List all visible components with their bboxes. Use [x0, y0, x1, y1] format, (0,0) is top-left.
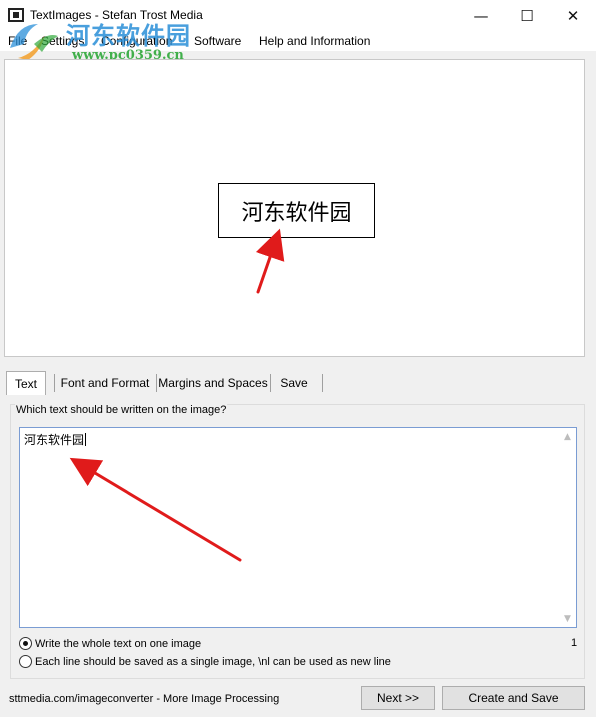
- next-button[interactable]: Next >>: [361, 686, 435, 710]
- app-icon: [8, 8, 24, 22]
- tab-font-and-format[interactable]: Font and Format: [56, 371, 154, 395]
- tab-separator: [322, 374, 323, 392]
- line-count: 1: [571, 637, 578, 649]
- scroll-up-icon[interactable]: ▲: [559, 428, 576, 445]
- preview-rendered-text: 河东软件园: [218, 183, 375, 238]
- option-each-line[interactable]: Each line should be saved as a single im…: [19, 655, 391, 668]
- watermark-site-name: 河东软件园: [66, 21, 191, 50]
- option-one-image[interactable]: Write the whole text on one image: [19, 637, 201, 650]
- tab-margins-and-spaces[interactable]: Margins and Spaces: [158, 371, 267, 395]
- image-preview: 河东软件园: [4, 59, 585, 357]
- tab-text[interactable]: Text: [6, 371, 46, 395]
- option-one-image-label: Write the whole text on one image: [35, 637, 202, 650]
- menu-help[interactable]: Help and Information: [259, 34, 370, 48]
- vertical-scrollbar[interactable]: ▲ ▼: [559, 428, 576, 627]
- group-label: Which text should be written on the imag…: [15, 404, 228, 416]
- tab-separator: [156, 374, 157, 392]
- tab-save[interactable]: Save: [272, 371, 316, 395]
- text-input[interactable]: 河东软件园 ▲ ▼: [19, 427, 577, 628]
- radio-checked-icon[interactable]: [19, 637, 32, 650]
- close-button[interactable]: ✕: [550, 0, 596, 31]
- text-caret: [85, 433, 87, 446]
- menu-file[interactable]: File: [8, 34, 27, 48]
- radio-unchecked-icon[interactable]: [19, 655, 32, 668]
- tab-separator: [54, 374, 55, 392]
- option-each-line-label: Each line should be saved as a single im…: [35, 655, 391, 668]
- scroll-down-icon[interactable]: ▼: [559, 610, 576, 627]
- menu-software[interactable]: Software: [194, 34, 241, 48]
- tab-separator: [270, 374, 271, 392]
- maximize-button[interactable]: ☐: [504, 0, 550, 31]
- minimize-button[interactable]: —: [458, 0, 504, 31]
- footer-link[interactable]: sttmedia.com/imageconverter - More Image…: [9, 693, 279, 705]
- create-and-save-button[interactable]: Create and Save: [442, 686, 585, 710]
- text-input-value: 河东软件园: [24, 433, 85, 447]
